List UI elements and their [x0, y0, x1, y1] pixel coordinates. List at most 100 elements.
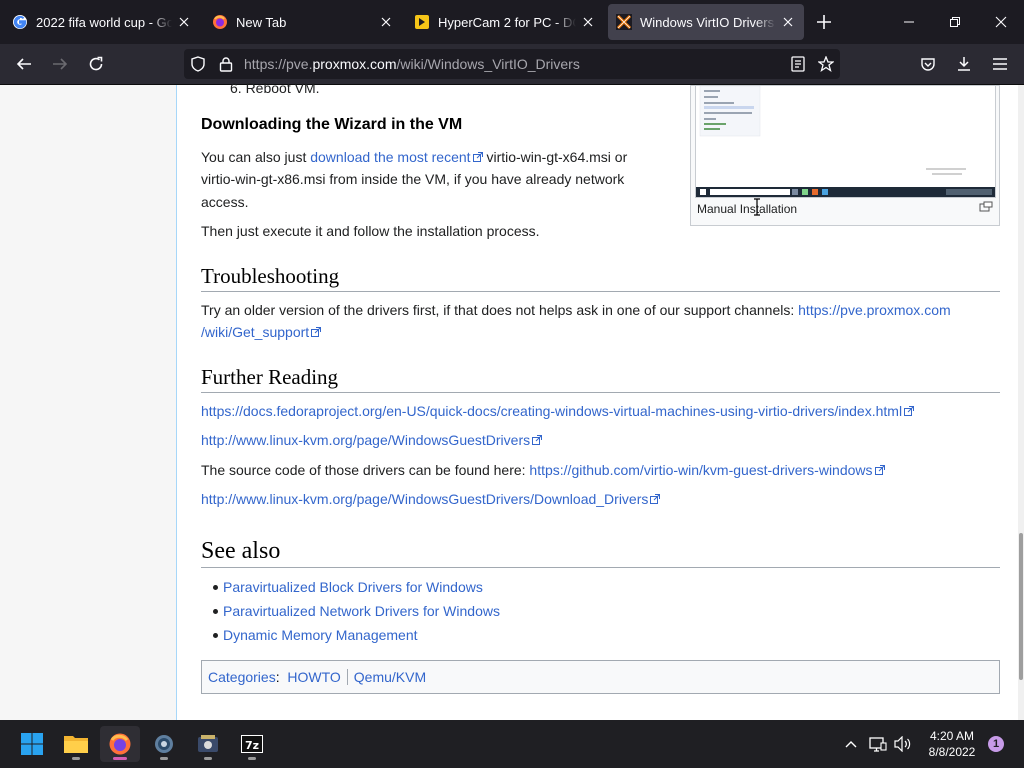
see-also-list: Paravirtualized Block Drivers for Window…: [213, 576, 500, 648]
link-linux-kvm-download[interactable]: http://www.linux-kvm.org/page/WindowsGue…: [201, 491, 661, 507]
start-button[interactable]: [12, 726, 52, 762]
tab-new-tab[interactable]: New Tab: [204, 4, 402, 40]
forward-button[interactable]: [46, 50, 74, 78]
close-window-button[interactable]: [978, 0, 1024, 44]
active-indicator: [113, 757, 127, 760]
paragraph-download-line1: You can also just download the most rece…: [201, 149, 628, 165]
tab-title: Windows VirtIO Drivers - Proxmox: [640, 14, 776, 30]
list-item-reboot: 6. Reboot VM.: [230, 80, 320, 96]
tab-title: New Tab: [236, 14, 287, 30]
link-block-drivers[interactable]: Paravirtualized Block Drivers for Window…: [223, 579, 483, 595]
list-item: Dynamic Memory Management: [213, 624, 500, 648]
taskbar-clock[interactable]: 4:20 AM 8/8/2022: [918, 728, 986, 760]
taskbar-firefox[interactable]: [100, 726, 140, 762]
notification-badge[interactable]: 1: [988, 736, 1004, 752]
download-icon: [958, 57, 970, 71]
link-get-support[interactable]: /wiki/Get_support: [201, 324, 322, 340]
volume-button[interactable]: [893, 734, 913, 754]
folder-icon: [64, 736, 88, 753]
menu-button[interactable]: [986, 50, 1014, 78]
figure-caption: Manual Installation: [697, 202, 798, 216]
network-button[interactable]: [868, 734, 888, 754]
tracking-protection-icon[interactable]: [190, 56, 206, 72]
paragraph-troubleshooting: Try an older version of the drivers firs…: [201, 302, 951, 318]
list-item: Paravirtualized Network Drivers for Wind…: [213, 600, 500, 624]
hypercam-icon: [414, 14, 430, 30]
taskbar-settings[interactable]: [144, 726, 184, 762]
tab-google[interactable]: 2022 fifa world cup - Google: [4, 4, 200, 40]
hypercam-icon: [198, 735, 218, 752]
7zip-icon: 7z: [241, 735, 263, 753]
back-button[interactable]: [10, 50, 38, 78]
close-icon[interactable]: [378, 14, 394, 30]
link-dynamic-memory[interactable]: Dynamic Memory Management: [223, 627, 418, 643]
running-indicator: [72, 757, 80, 760]
windows-taskbar: 7z 4:20 AM 8/8/2022: [0, 720, 1024, 768]
tab-hypercam[interactable]: HyperCam 2 for PC - DOWNLOAD: [406, 4, 604, 40]
show-hidden-icons-button[interactable]: [841, 734, 861, 754]
clock-date: 8/8/2022: [928, 745, 976, 759]
downloads-button[interactable]: [950, 50, 978, 78]
tab-title: HyperCam 2 for PC - DOWNLOAD: [438, 14, 576, 30]
paragraph-troubleshooting-line2: /wiki/Get_support: [201, 321, 322, 344]
further-reading-line2: http://www.linux-kvm.org/page/WindowsGue…: [201, 429, 543, 452]
lock-icon[interactable]: [218, 56, 234, 72]
enlarge-icon[interactable]: [979, 201, 993, 213]
further-reading-line1: https://docs.fedoraproject.org/en-US/qui…: [201, 400, 915, 423]
list-item: Paravirtualized Block Drivers for Window…: [213, 576, 500, 600]
navigation-toolbar: https://pve.proxmox.com/wiki/Windows_Vir…: [0, 44, 1024, 85]
close-icon[interactable]: [780, 14, 796, 30]
close-icon[interactable]: [580, 14, 596, 30]
link-network-drivers[interactable]: Paravirtualized Network Drivers for Wind…: [223, 603, 500, 619]
tab-proxmox[interactable]: Windows VirtIO Drivers - Proxmox: [608, 4, 804, 40]
network-icon: [869, 737, 887, 752]
taskbar-hypercam[interactable]: [188, 726, 228, 762]
link-category-howto[interactable]: HOWTO: [287, 669, 340, 685]
arrow-right-icon: [53, 58, 68, 70]
new-tab-button[interactable]: [812, 10, 836, 34]
reload-icon: [89, 56, 103, 71]
hamburger-menu-icon: [993, 58, 1007, 70]
further-reading-source: The source code of those drivers can be …: [201, 459, 885, 482]
bookmark-star-icon[interactable]: [818, 56, 834, 72]
proxmox-icon: [616, 14, 632, 30]
paragraph-download-line3: access.: [201, 194, 249, 210]
link-categories[interactable]: Categories: [208, 669, 276, 685]
restore-icon: [950, 17, 960, 27]
minimize-button[interactable]: [886, 0, 932, 44]
scrollbar-thumb[interactable]: [1019, 533, 1023, 680]
link-download-most-recent[interactable]: download the most recent: [310, 149, 483, 165]
clock-time: 4:20 AM: [929, 729, 975, 743]
plus-icon: [817, 15, 831, 29]
link-github-virtio[interactable]: https://github.com/virtio-win/kvm-guest-…: [529, 462, 885, 478]
heading-further-reading: Further Reading: [201, 365, 1000, 393]
restore-button[interactable]: [932, 0, 978, 44]
categories-box: Categories: HOWTO Qemu/KVM: [201, 660, 1000, 694]
external-link-icon: [532, 435, 543, 445]
arrow-left-icon: [16, 58, 31, 70]
reader-view-icon[interactable]: [790, 56, 806, 72]
link-support-part1[interactable]: https://pve.proxmox.com: [798, 302, 951, 318]
categories-colon: :: [275, 669, 280, 685]
running-indicator: [248, 757, 256, 760]
reload-button[interactable]: [82, 50, 110, 78]
firefox-icon: [212, 14, 228, 30]
chevron-up-icon: [845, 741, 857, 748]
link-category-qemu-kvm[interactable]: Qemu/KVM: [354, 669, 426, 685]
link-fedora-docs[interactable]: https://docs.fedoraproject.org/en-US/qui…: [201, 403, 915, 419]
divider: [346, 669, 348, 685]
external-link-icon: [650, 494, 661, 504]
external-link-icon: [874, 465, 885, 475]
running-indicator: [160, 757, 168, 760]
svg-text:7z: 7z: [245, 739, 259, 752]
url-text: https://pve.proxmox.com/wiki/Windows_Vir…: [244, 56, 580, 72]
address-bar[interactable]: https://pve.proxmox.com/wiki/Windows_Vir…: [184, 49, 840, 79]
pocket-button[interactable]: [914, 50, 942, 78]
paragraph-download-line2: virtio-win-gt-x86.msi from inside the VM…: [201, 171, 625, 187]
taskbar-file-explorer[interactable]: [56, 726, 96, 762]
screenshot-thumbnail[interactable]: [695, 86, 996, 198]
external-link-icon: [311, 327, 322, 337]
close-icon[interactable]: [176, 14, 192, 30]
taskbar-7zip[interactable]: 7z: [232, 726, 272, 762]
link-linux-kvm-drivers[interactable]: http://www.linux-kvm.org/page/WindowsGue…: [201, 432, 543, 448]
